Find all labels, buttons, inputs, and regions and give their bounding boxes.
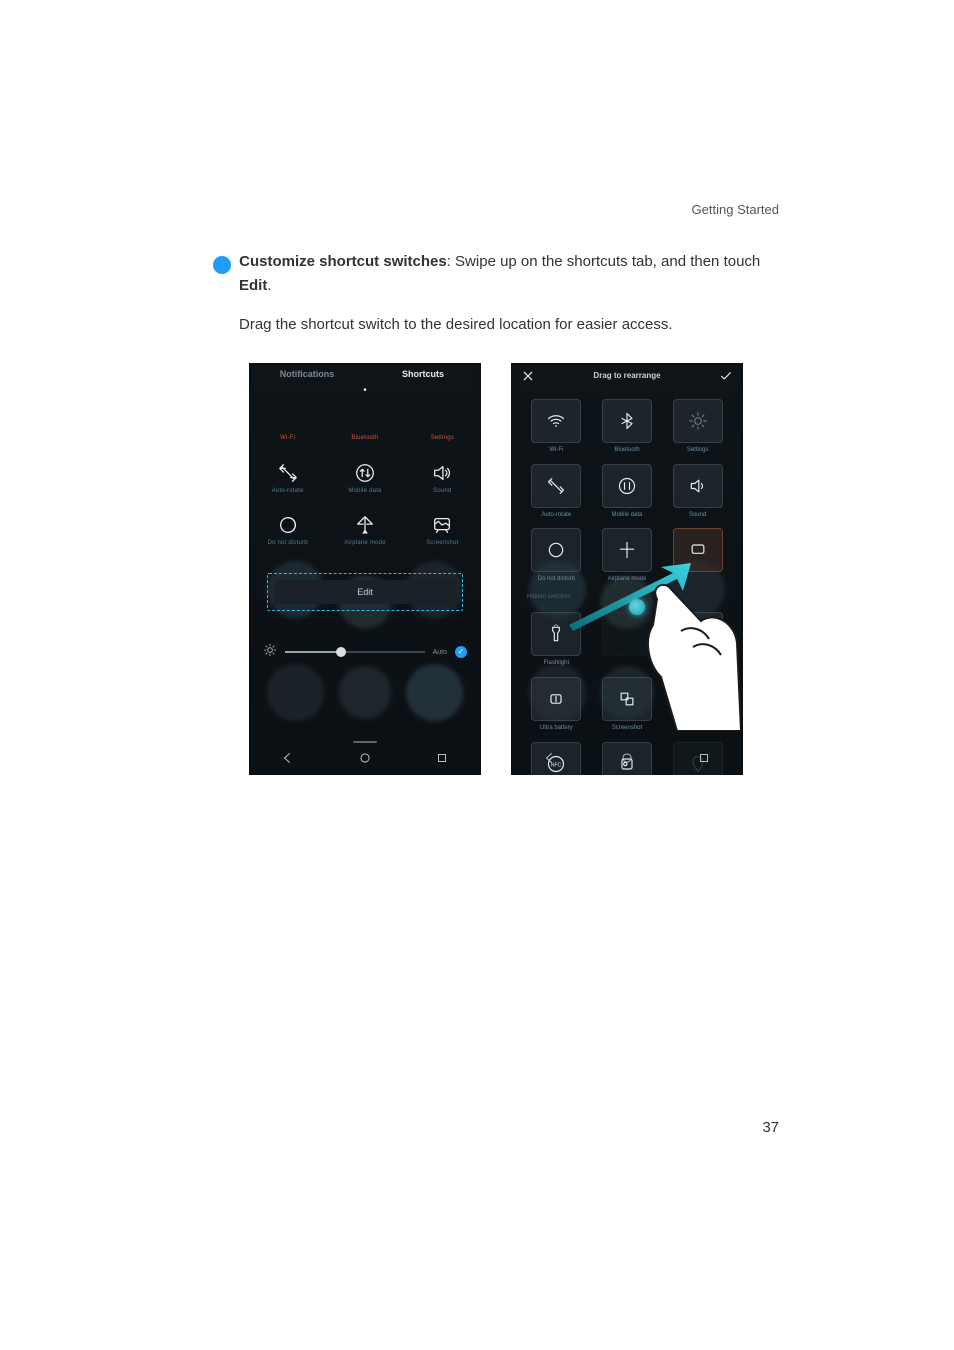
fourg-icon: 4G <box>688 624 708 644</box>
tab-notifications[interactable]: Notifications <box>249 363 365 385</box>
nav-home-icon[interactable] <box>620 751 634 770</box>
nav-recent-icon[interactable] <box>697 751 711 770</box>
wifi-icon <box>277 409 299 431</box>
android-navbar <box>249 745 481 775</box>
dnd-icon <box>277 514 299 536</box>
tile-ultra-battery[interactable]: Ultra battery <box>521 671 592 734</box>
page-number: 37 <box>762 1116 779 1140</box>
nav-back-icon[interactable] <box>543 751 557 770</box>
rotate-icon <box>546 476 566 496</box>
airplane-icon <box>354 514 376 536</box>
nav-recent-icon[interactable] <box>435 751 449 770</box>
battery-icon <box>546 689 566 709</box>
instruction-line2: Drag the shortcut switch to the desired … <box>213 313 779 337</box>
shortcut-settings[interactable]: Settings <box>404 403 481 452</box>
drag-handle[interactable] <box>353 741 377 743</box>
tile-dnd[interactable]: Do not disturb <box>521 522 592 585</box>
shortcut-auto-rotate[interactable]: Auto-rotate <box>249 456 326 505</box>
tab-shortcuts[interactable]: Shortcuts <box>365 363 481 385</box>
tile-empty-drop[interactable] <box>592 606 663 669</box>
gear-icon <box>431 409 453 431</box>
tile-sound[interactable]: Sound <box>662 458 733 521</box>
screenshot-icon <box>688 540 708 560</box>
figure-row: Notifications Shortcuts • Wi-Fi Bluetoot… <box>213 363 779 775</box>
screenshot-icon <box>617 689 637 709</box>
tile-screenshot[interactable]: Screenshot <box>592 671 663 734</box>
bluetooth-icon <box>617 411 637 431</box>
tile-dragged[interactable] <box>662 522 733 585</box>
sound-icon <box>431 462 453 484</box>
tab-bar: Notifications Shortcuts <box>249 363 481 385</box>
mobile-data-icon <box>617 476 637 496</box>
edit-button[interactable]: Edit <box>274 580 456 604</box>
running-head: Getting Started <box>692 200 779 221</box>
flashlight-icon <box>546 624 566 644</box>
tile-bluetooth[interactable]: Bluetooth <box>592 393 663 456</box>
sound-icon <box>688 476 708 496</box>
tile-auto-rotate[interactable]: Auto-rotate <box>521 458 592 521</box>
shortcut-airplane[interactable]: Airplane mode <box>326 508 403 557</box>
svg-text:4G: 4G <box>694 633 702 639</box>
shortcut-sound[interactable]: Sound <box>404 456 481 505</box>
auto-brightness-label: Auto <box>433 647 447 658</box>
tile-mobile-data[interactable]: Mobile data <box>592 458 663 521</box>
mobile-data-icon <box>354 462 376 484</box>
airplane-icon <box>617 540 637 560</box>
hidden-switches-label: Hidden switches <box>511 585 743 603</box>
nav-back-icon[interactable] <box>281 751 295 770</box>
instruction-paragraph: i Customize shortcut switches: Swipe up … <box>213 250 779 298</box>
brightness-slider[interactable] <box>285 651 425 653</box>
info-icon: i <box>213 256 231 274</box>
android-navbar <box>511 745 743 775</box>
bluetooth-icon <box>354 409 376 431</box>
gear-icon <box>688 411 708 431</box>
tile-flashlight[interactable]: Flashlight <box>521 606 592 669</box>
wifi-icon <box>546 411 566 431</box>
shortcut-wifi[interactable]: Wi-Fi <box>249 403 326 452</box>
nav-home-icon[interactable] <box>358 751 372 770</box>
screen-title: Drag to rearrange <box>593 370 660 383</box>
shortcut-bluetooth[interactable]: Bluetooth <box>326 403 403 452</box>
touch-point <box>629 599 645 615</box>
shortcut-screenshot[interactable]: Screenshot <box>404 508 481 557</box>
brightness-row: Auto ✓ <box>249 643 481 662</box>
tab-indicator-dot: • <box>249 383 481 399</box>
tile-settings[interactable]: Settings <box>662 393 733 456</box>
tile-airplane[interactable]: Airplane mode <box>592 522 663 585</box>
dnd-icon <box>546 540 566 560</box>
brightness-gear-icon[interactable] <box>263 643 277 662</box>
shortcut-mobile-data[interactable]: Mobile data <box>326 456 403 505</box>
screenshot-shortcuts-panel: Notifications Shortcuts • Wi-Fi Bluetoot… <box>249 363 481 775</box>
shortcut-dnd[interactable]: Do not disturb <box>249 508 326 557</box>
auto-brightness-toggle[interactable]: ✓ <box>455 646 467 658</box>
edit-button-highlight: Edit <box>267 573 463 611</box>
confirm-icon[interactable] <box>719 369 733 383</box>
tile-wifi[interactable]: Wi-Fi <box>521 393 592 456</box>
screenshot-icon <box>431 514 453 536</box>
rotate-icon <box>277 462 299 484</box>
screenshot-drag-rearrange: Drag to rearrange Wi-Fi Bluetooth Settin <box>511 363 743 775</box>
tile-4g[interactable]: 4G 4G <box>662 606 733 669</box>
close-icon[interactable] <box>521 369 535 383</box>
